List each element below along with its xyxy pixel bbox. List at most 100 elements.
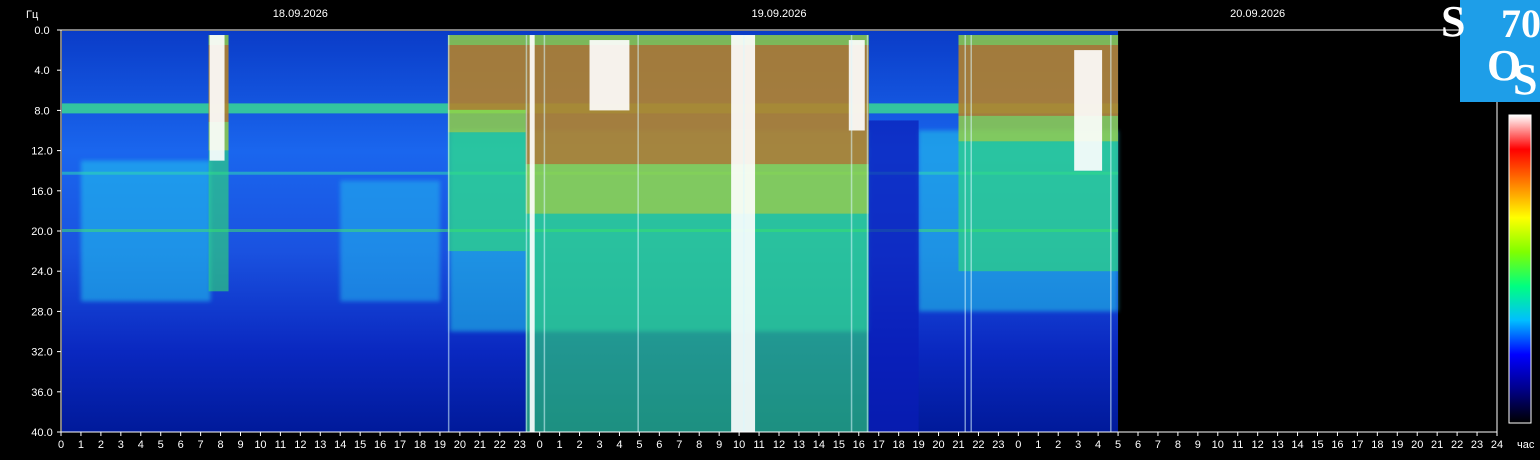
x-tick-label: 12 [1252, 439, 1264, 451]
x-tick-label: 18 [414, 439, 426, 451]
x-tick-label: 3 [1075, 439, 1081, 451]
vertical-streak [866, 35, 869, 433]
x-tick-label: 22 [494, 439, 506, 451]
colorbar-scale [1508, 114, 1532, 424]
y-tick-label: 0.0 [34, 25, 49, 37]
logo-letter-s1: S [1441, 0, 1466, 46]
x-tick-label: 19 [1391, 439, 1403, 451]
x-tick-label: 4 [616, 439, 622, 451]
x-tick-label: 9 [716, 439, 722, 451]
x-tick-label: 13 [1271, 439, 1283, 451]
x-tick-label: 21 [1431, 439, 1443, 451]
vertical-streak [850, 35, 853, 433]
white-burst [589, 40, 630, 111]
intense-red [447, 45, 526, 110]
x-tick-label: 8 [1175, 439, 1181, 451]
x-tick-label: 20 [454, 439, 466, 451]
x-tick-label: 6 [1135, 439, 1141, 451]
x-tick-label: 20 [932, 439, 944, 451]
x-tick-label: 1 [557, 439, 563, 451]
intense-period [447, 35, 526, 252]
x-tick-label: 11 [753, 439, 764, 451]
y-tick-label: 28.0 [31, 306, 52, 318]
spectrogram-figure: Гц час 0.0 4.0 8.0 12.0 16.0 20.0 24.0 28.0 32.0… [0, 0, 1540, 460]
x-tick-label: 21 [474, 439, 486, 451]
y-tick-label: 8.0 [34, 105, 49, 117]
x-tick-label: 16 [374, 439, 386, 451]
x-tick-label: 5 [636, 439, 642, 451]
haze-region [340, 180, 440, 302]
vertical-streak [637, 35, 639, 433]
vertical-streak [1110, 35, 1112, 433]
vertical-streak [447, 35, 450, 433]
x-tick-label: 18 [893, 439, 905, 451]
y-axis-label: Гц [26, 9, 39, 21]
x-tick-label: 19 [434, 439, 446, 451]
y-tick-label: 36.0 [31, 387, 52, 399]
x-tick-label: 22 [972, 439, 984, 451]
y-tick-label: 20.0 [31, 226, 52, 238]
white-burst [529, 35, 535, 433]
x-tick-label: 3 [118, 439, 124, 451]
x-tick-label: 0 [537, 439, 543, 451]
x-tick-label: 6 [656, 439, 662, 451]
y-tick-label: 32.0 [31, 347, 52, 359]
spectrogram-plot [62, 31, 1119, 433]
x-tick-label: 19 [912, 439, 924, 451]
vertical-streak [743, 35, 745, 433]
date-label: 19.09.2026 [751, 8, 806, 20]
x-tick-label: 11 [1232, 439, 1243, 451]
x-tick-label: 17 [394, 439, 406, 451]
x-tick-label: 8 [696, 439, 702, 451]
x-tick-label: 1 [78, 439, 84, 451]
y-tick-label: 12.0 [31, 146, 52, 158]
vertical-streak [964, 35, 966, 433]
x-tick-label: 8 [217, 439, 223, 451]
x-tick-label: 13 [314, 439, 326, 451]
x-tick-label: 0 [1015, 439, 1021, 451]
logo-number-70: 70 [1501, 1, 1540, 46]
x-tick-label: 5 [158, 439, 164, 451]
x-tick-label: 15 [1311, 439, 1323, 451]
x-tick-label: 10 [254, 439, 266, 451]
x-tick-label: 13 [793, 439, 805, 451]
x-tick-label: 15 [833, 439, 845, 451]
x-tick-label: 11 [275, 439, 286, 451]
x-tick-label: 4 [138, 439, 144, 451]
x-tick-label: 6 [178, 439, 184, 451]
x-tick-label: 23 [992, 439, 1004, 451]
x-tick-label: 4 [1095, 439, 1101, 451]
x-tick-label: 1 [1035, 439, 1041, 451]
x-tick-label: 7 [198, 439, 204, 451]
x-tick-label: 14 [1291, 439, 1303, 451]
y-tick-label: 16.0 [31, 186, 52, 198]
spectrogram-svg: Гц час 0.0 4.0 8.0 12.0 16.0 20.0 24.0 28.0 32.0… [0, 0, 1540, 460]
date-label: 18.09.2026 [273, 8, 328, 20]
intense-red [525, 45, 869, 165]
x-tick-label: 12 [773, 439, 785, 451]
x-tick-label: 17 [1351, 439, 1363, 451]
x-tick-label: 15 [354, 439, 366, 451]
colorbar [1508, 114, 1532, 424]
x-tick-label: 5 [1115, 439, 1121, 451]
x-tick-label: 2 [98, 439, 104, 451]
x-tick-label: 18 [1371, 439, 1383, 451]
white-burst [1074, 50, 1103, 171]
white-burst [209, 35, 225, 161]
x-tick-label: 7 [1155, 439, 1161, 451]
y-tick-label: 4.0 [34, 65, 49, 77]
logo-letter-s2: S [1513, 55, 1538, 104]
x-tick-label: 10 [733, 439, 745, 451]
x-tick-label: 14 [813, 439, 825, 451]
x-tick-label: 22 [1451, 439, 1463, 451]
intense-period [525, 35, 869, 433]
y-tick-label: 40.0 [31, 427, 52, 439]
quiet-period [868, 120, 919, 432]
x-tick-label: 10 [1212, 439, 1224, 451]
x-axis-label: час [1517, 439, 1535, 451]
x-tick-label: 16 [1331, 439, 1343, 451]
x-tick-label: 14 [334, 439, 346, 451]
x-tick-label: 12 [294, 439, 306, 451]
x-tick-label: 7 [676, 439, 682, 451]
x-tick-label: 3 [596, 439, 602, 451]
